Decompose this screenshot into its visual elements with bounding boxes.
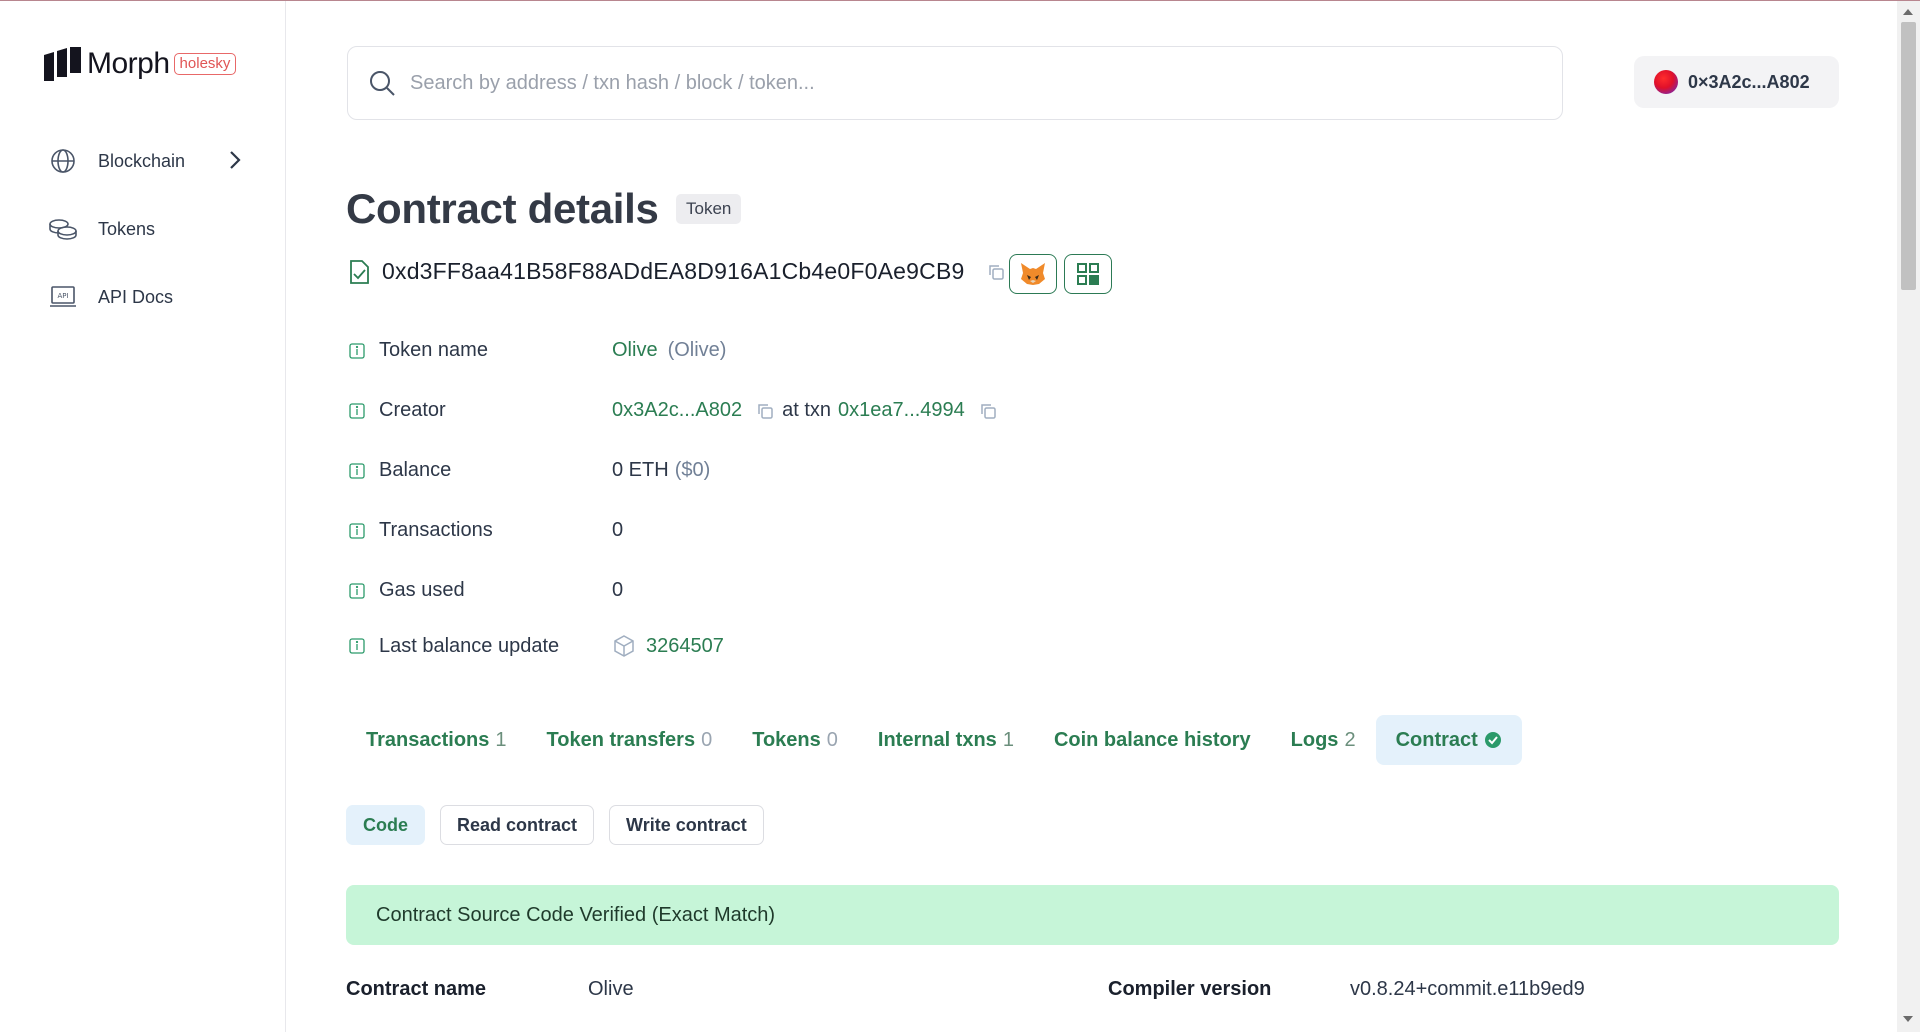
detail-row-balance: Balance 0 ETH ($0) (349, 459, 710, 482)
tab-label: Contract (1395, 729, 1478, 751)
block-icon (614, 635, 634, 657)
api-icon: API (48, 282, 78, 312)
morph-logo-icon (44, 47, 81, 81)
compiler-version-value: v0.8.24+commit.e11b9ed9 (1350, 978, 1585, 1000)
account-address: 0×3A2c...A802 (1688, 71, 1810, 92)
contract-address: 0xd3FF8aa41B58F88ADdEA8D916A1Cb4e0F0Ae9C… (382, 258, 965, 284)
detail-label: Creator (379, 399, 446, 421)
tab-label: Transactions (366, 729, 490, 751)
tab-tokens[interactable]: Tokens 0 (732, 715, 858, 765)
metamask-fox-icon (1021, 263, 1045, 285)
detail-row-token-name: Token name Olive (Olive) (349, 339, 726, 362)
qr-code-icon (1077, 263, 1099, 285)
detail-label: Transactions (379, 519, 493, 541)
contract-verified-icon (350, 259, 369, 284)
detail-label: Balance (379, 459, 452, 481)
add-to-metamask-button[interactable] (1009, 254, 1057, 294)
tab-logs[interactable]: Logs 2 (1271, 715, 1376, 765)
sidebar-item-tokens[interactable]: Tokens (48, 214, 155, 244)
search-input[interactable] (410, 71, 1510, 95)
creation-txn-link[interactable]: 0x1ea7...4994 (838, 399, 965, 422)
info-icon[interactable] (349, 637, 365, 655)
tab-coin-balance-history[interactable]: Coin balance history (1034, 715, 1271, 765)
sidebar-item-api-docs[interactable]: API API Docs (48, 282, 173, 312)
scroll-thumb[interactable] (1901, 22, 1916, 290)
sidebar-item-label: API Docs (98, 286, 174, 307)
search-icon (370, 71, 395, 96)
transactions-value: 0 (612, 519, 624, 541)
type-tag: Token (676, 194, 742, 224)
tab-count: 1 (495, 729, 507, 751)
network-badge: holesky (173, 53, 237, 75)
tab-count: 2 (1344, 729, 1356, 751)
copy-icon[interactable] (756, 402, 774, 420)
contract-name-label: Contract name (346, 978, 487, 1000)
subtab-read-contract[interactable]: Read contract (440, 805, 595, 845)
tab-contract[interactable]: Contract (1375, 715, 1522, 765)
token-name-link[interactable]: Olive (612, 339, 658, 362)
avatar (1654, 70, 1678, 94)
page-title: Contract details (346, 185, 659, 232)
verified-banner: Contract Source Code Verified (Exact Mat… (346, 885, 1839, 945)
search-bar[interactable] (347, 46, 1563, 120)
token-symbol: (Olive) (667, 339, 727, 361)
info-icon[interactable] (349, 342, 365, 360)
contract-name-value: Olive (588, 978, 634, 1000)
top-border (0, 0, 1920, 1)
tab-token-transfers[interactable]: Token transfers 0 (527, 715, 733, 765)
detail-label: Last balance update (379, 634, 560, 657)
tab-count: 0 (701, 729, 713, 751)
gas-used-value: 0 (612, 579, 624, 601)
info-icon[interactable] (349, 522, 365, 540)
detail-label: Gas used (379, 579, 465, 601)
contract-address-row: 0xd3FF8aa41B58F88ADdEA8D916A1Cb4e0F0Ae9C… (348, 258, 1005, 285)
balance-usd: ($0) (674, 459, 711, 481)
tab-label: Token transfers (546, 729, 696, 751)
scroll-up-arrow[interactable] (1903, 9, 1913, 15)
info-icon[interactable] (349, 462, 365, 480)
sidebar-item-label: Tokens (98, 218, 156, 239)
detail-row-gas-used: Gas used 0 (349, 579, 623, 602)
verified-check-icon (1484, 732, 1501, 748)
tab-label: Internal txns (877, 729, 997, 751)
account-button[interactable]: 0×3A2c...A802 (1634, 56, 1839, 108)
subtab-write-contract[interactable]: Write contract (609, 805, 764, 845)
block-number-link[interactable]: 3264507 (646, 635, 724, 658)
tab-transactions[interactable]: Transactions 1 (346, 715, 527, 765)
copy-icon[interactable] (987, 263, 1005, 281)
tab-label: Logs (1290, 729, 1339, 751)
tab-label: Coin balance history (1053, 729, 1251, 751)
tab-count: 1 (1002, 729, 1014, 751)
logo-text: Morph (87, 47, 170, 80)
detail-row-last-balance-update: Last balance update 3264507 (349, 634, 724, 658)
compiler-version-label: Compiler version (1108, 978, 1272, 1000)
at-txn-text: at txn (782, 399, 832, 421)
tab-internal-txns[interactable]: Internal txns 1 (858, 715, 1034, 765)
scrollbar[interactable] (1897, 1, 1920, 1032)
qr-code-button[interactable] (1064, 254, 1112, 294)
sidebar-item-blockchain[interactable]: Blockchain (48, 146, 241, 176)
info-icon[interactable] (349, 582, 365, 600)
detail-row-creator: Creator 0x3A2c...A802 at txn 0x1ea7...49… (349, 399, 997, 422)
chevron-right-icon (228, 150, 242, 175)
coins-icon (48, 214, 78, 244)
tab-label: Tokens (752, 729, 821, 751)
tab-bar: Transactions 1 Token transfers 0 Tokens … (346, 715, 1522, 765)
copy-icon[interactable] (979, 402, 997, 420)
logo[interactable]: Morph holesky (44, 47, 237, 81)
detail-label: Token name (379, 339, 488, 361)
scroll-down-arrow[interactable] (1903, 1016, 1913, 1022)
tab-count: 0 (826, 729, 838, 751)
sidebar-item-label: Blockchain (98, 150, 186, 171)
contract-subtabs: Code Read contract Write contract (346, 805, 779, 845)
sidebar: Morph holesky Blockchain Tokens API API (0, 1, 286, 1032)
info-icon[interactable] (349, 402, 365, 420)
subtab-code[interactable]: Code (346, 805, 425, 845)
detail-row-transactions: Transactions 0 (349, 519, 623, 542)
creator-address-link[interactable]: 0x3A2c...A802 (612, 399, 742, 422)
balance-value: 0 ETH (612, 459, 669, 481)
globe-icon (48, 146, 78, 176)
svg-text:API: API (57, 292, 68, 300)
